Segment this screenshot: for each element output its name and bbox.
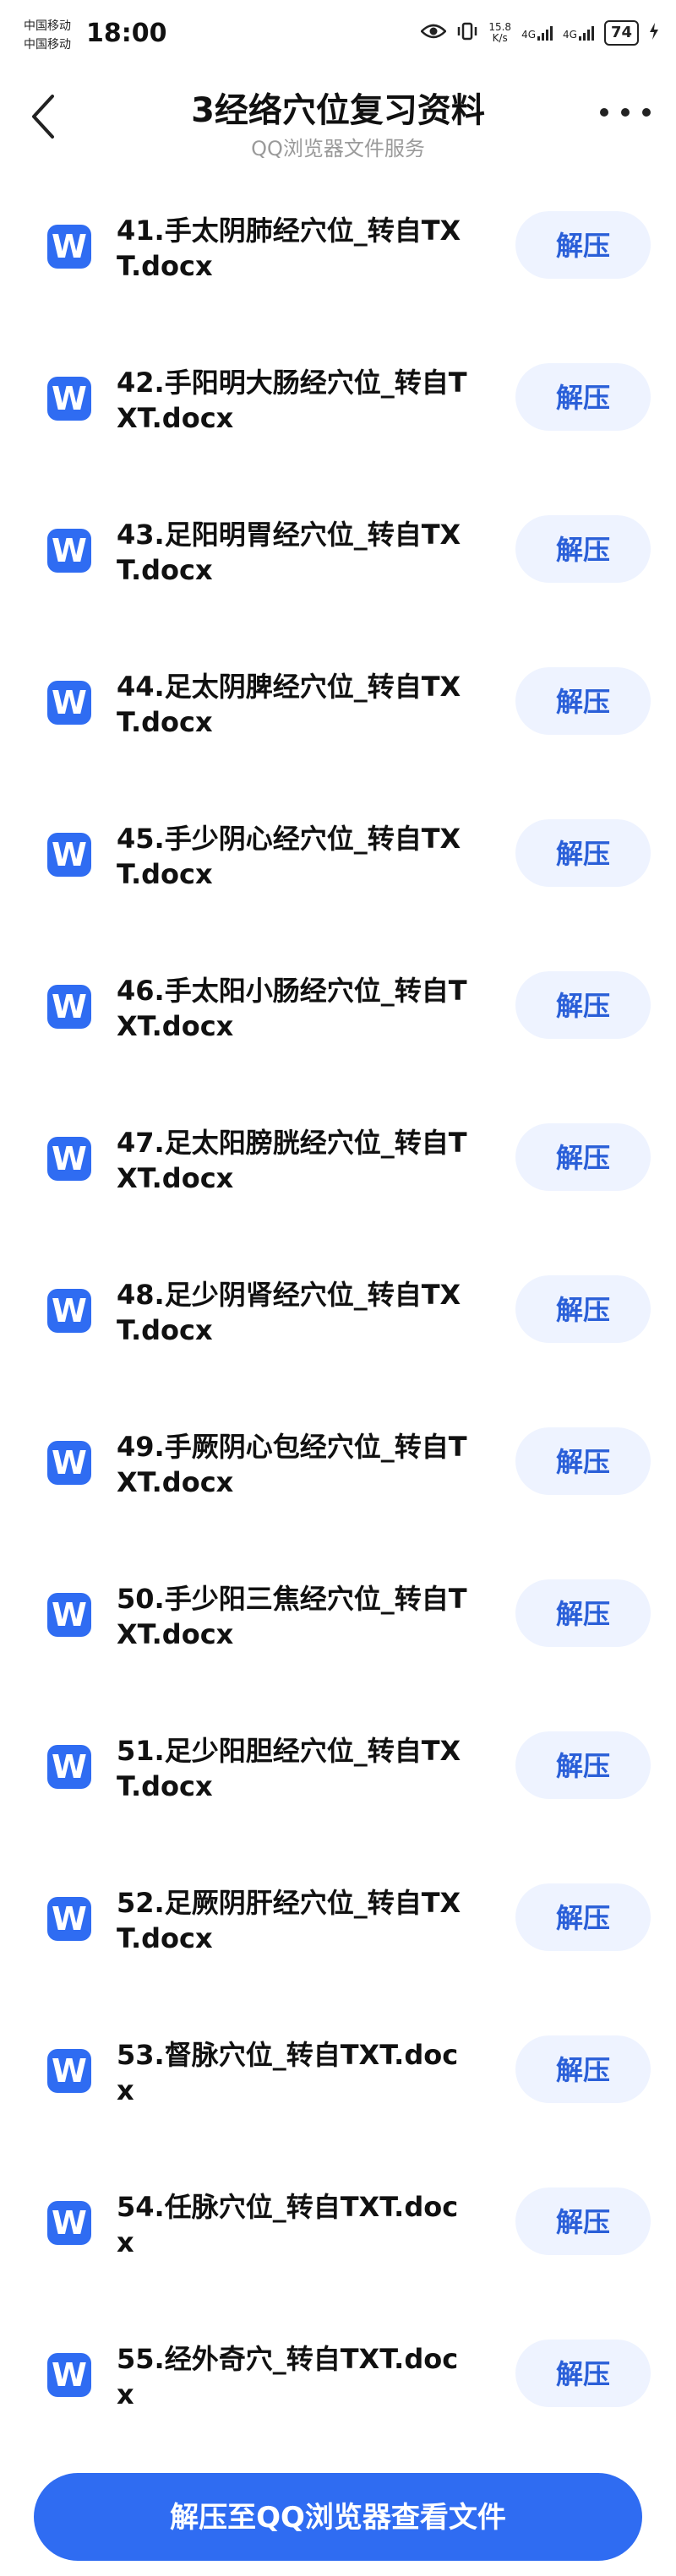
dot-icon bbox=[642, 108, 651, 117]
carrier-1: 中国移动 bbox=[24, 19, 71, 33]
word-doc-icon: W bbox=[47, 833, 91, 877]
file-row: W 46.手太阳小肠经穴位_转自TXT.docx 解压 bbox=[0, 948, 676, 1100]
file-name: 52.足厥阴肝经穴位_转自TXT.docx bbox=[117, 1887, 461, 1954]
file-name: 41.手太阴肺经穴位_转自TXT.docx bbox=[117, 215, 461, 282]
word-doc-icon: W bbox=[47, 1137, 91, 1181]
file-name: 45.手少阴心经穴位_转自TXT.docx bbox=[117, 823, 461, 890]
signal-1: 4G bbox=[521, 25, 553, 41]
word-doc-icon: W bbox=[47, 681, 91, 725]
unzip-button[interactable]: 解压 bbox=[515, 819, 651, 887]
unzip-button[interactable]: 解压 bbox=[515, 2035, 651, 2103]
file-row: W 50.手少阳三焦经穴位_转自TXT.docx 解压 bbox=[0, 1556, 676, 1708]
word-doc-icon: W bbox=[47, 1745, 91, 1789]
signal-bars-icon bbox=[537, 25, 553, 41]
unzip-button[interactable]: 解压 bbox=[515, 363, 651, 431]
file-row: W 45.手少阴心经穴位_转自TXT.docx 解压 bbox=[0, 796, 676, 948]
more-options-button[interactable] bbox=[600, 100, 651, 125]
unzip-button[interactable]: 解压 bbox=[515, 2187, 651, 2255]
unzip-button[interactable]: 解压 bbox=[515, 515, 651, 583]
page-title: 3经络穴位复习资料 bbox=[191, 91, 485, 130]
unzip-button[interactable]: 解压 bbox=[515, 211, 651, 279]
unzip-button[interactable]: 解压 bbox=[515, 667, 651, 735]
file-row: W 55.经外奇穴_转自TXT.docx 解压 bbox=[0, 2316, 676, 2468]
file-name: 53.督脉穴位_转自TXT.docx bbox=[117, 2039, 459, 2106]
word-doc-icon: W bbox=[47, 1289, 91, 1333]
carrier-2: 中国移动 bbox=[24, 38, 71, 52]
unzip-button[interactable]: 解压 bbox=[515, 1731, 651, 1799]
file-row: W 52.足厥阴肝经穴位_转自TXT.docx 解压 bbox=[0, 1860, 676, 2012]
file-name: 55.经外奇穴_转自TXT.docx bbox=[117, 2343, 459, 2410]
word-doc-icon: W bbox=[47, 225, 91, 269]
file-name: 49.手厥阴心包经穴位_转自TXT.docx bbox=[117, 1431, 467, 1498]
charging-icon bbox=[649, 23, 659, 43]
word-doc-icon: W bbox=[47, 2049, 91, 2093]
unzip-button[interactable]: 解压 bbox=[515, 1579, 651, 1647]
dot-icon bbox=[621, 108, 630, 117]
vibrate-icon bbox=[456, 22, 478, 44]
net-speed-unit: K/s bbox=[492, 32, 508, 44]
dot-icon bbox=[600, 108, 608, 117]
file-row: W 53.督脉穴位_转自TXT.docx 解压 bbox=[0, 2012, 676, 2164]
status-icons: 15.8 K/s 4G 4G 74 bbox=[420, 20, 659, 46]
page-subtitle: QQ浏览器文件服务 bbox=[251, 137, 425, 160]
signal-bars-icon bbox=[578, 25, 594, 41]
word-doc-icon: W bbox=[47, 2201, 91, 2245]
net-type-1: 4G bbox=[521, 29, 536, 41]
file-name: 42.手阳明大肠经穴位_转自TXT.docx bbox=[117, 367, 467, 434]
unzip-button[interactable]: 解压 bbox=[515, 1883, 651, 1951]
file-row: W 43.足阳明胃经穴位_转自TXT.docx 解压 bbox=[0, 492, 676, 644]
header: 3经络穴位复习资料 QQ浏览器文件服务 bbox=[0, 76, 676, 169]
file-name: 43.足阳明胃经穴位_转自TXT.docx bbox=[117, 519, 461, 586]
file-name: 50.手少阳三焦经穴位_转自TXT.docx bbox=[117, 1583, 467, 1650]
battery-indicator: 74 bbox=[603, 20, 639, 46]
file-row: W 41.手太阴肺经穴位_转自TXT.docx 解压 bbox=[0, 187, 676, 340]
file-list: W 41.手太阴肺经穴位_转自TXT.docx 解压 W 42.手阳明大肠经穴位… bbox=[0, 187, 676, 2468]
carrier-info: 中国移动 中国移动 bbox=[24, 17, 71, 54]
file-row: W 47.足太阳膀胱经穴位_转自TXT.docx 解压 bbox=[0, 1100, 676, 1252]
word-doc-icon: W bbox=[47, 1441, 91, 1485]
status-bar: 中国移动 中国移动 18:00 15.8 K/s 4G 4G 74 bbox=[0, 0, 676, 68]
word-doc-icon: W bbox=[47, 985, 91, 1029]
unzip-button[interactable]: 解压 bbox=[515, 2340, 651, 2407]
eye-icon bbox=[420, 23, 448, 43]
file-row: W 48.足少阴肾经穴位_转自TXT.docx 解压 bbox=[0, 1252, 676, 1404]
file-row: W 51.足少阳胆经穴位_转自TXT.docx 解压 bbox=[0, 1708, 676, 1860]
clock: 18:00 bbox=[86, 19, 167, 48]
unzip-button[interactable]: 解压 bbox=[515, 971, 651, 1039]
net-type-2: 4G bbox=[563, 29, 577, 41]
file-name: 44.足太阴脾经穴位_转自TXT.docx bbox=[117, 671, 461, 738]
word-doc-icon: W bbox=[47, 377, 91, 421]
word-doc-icon: W bbox=[47, 2353, 91, 2397]
file-row: W 54.任脉穴位_转自TXT.docx 解压 bbox=[0, 2164, 676, 2316]
signal-2: 4G bbox=[563, 25, 594, 41]
file-name: 47.足太阳膀胱经穴位_转自TXT.docx bbox=[117, 1127, 467, 1194]
unzip-button[interactable]: 解压 bbox=[515, 1427, 651, 1495]
unzip-button[interactable]: 解压 bbox=[515, 1123, 651, 1191]
file-row: W 44.足太阴脾经穴位_转自TXT.docx 解压 bbox=[0, 644, 676, 796]
net-speed: 15.8 K/s bbox=[488, 22, 511, 44]
file-row: W 49.手厥阴心包经穴位_转自TXT.docx 解压 bbox=[0, 1404, 676, 1556]
unzip-button[interactable]: 解压 bbox=[515, 1275, 651, 1343]
file-name: 51.足少阳胆经穴位_转自TXT.docx bbox=[117, 1735, 461, 1802]
unzip-to-qq-browser-button[interactable]: 解压至QQ浏览器查看文件 bbox=[34, 2473, 642, 2561]
file-row: W 42.手阳明大肠经穴位_转自TXT.docx 解压 bbox=[0, 340, 676, 492]
file-name: 46.手太阳小肠经穴位_转自TXT.docx bbox=[117, 975, 467, 1042]
word-doc-icon: W bbox=[47, 1897, 91, 1941]
file-name: 48.足少阴肾经穴位_转自TXT.docx bbox=[117, 1279, 461, 1346]
word-doc-icon: W bbox=[47, 1593, 91, 1637]
word-doc-icon: W bbox=[47, 529, 91, 573]
file-name: 54.任脉穴位_转自TXT.docx bbox=[117, 2191, 459, 2258]
